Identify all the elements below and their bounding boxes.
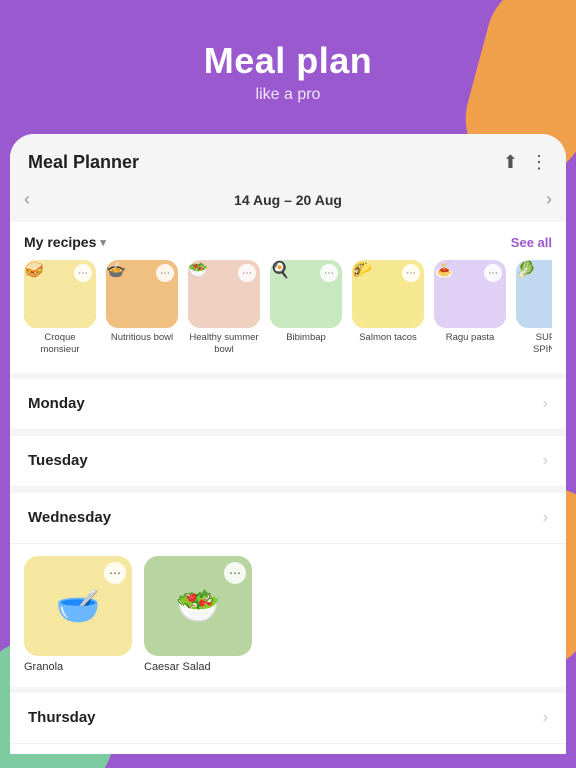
meal-name: Granola [24, 661, 132, 673]
meal-more-button[interactable]: ⋯ [104, 562, 126, 584]
day-expand-icon: › [543, 452, 548, 470]
header-title: Meal plan [20, 40, 556, 82]
recipes-header: My recipes ▾ See all [24, 234, 552, 250]
see-all-button[interactable]: See all [511, 235, 552, 250]
recipe-name: Bibimbap [270, 332, 342, 344]
recipe-image: 🍝 ⋯ [434, 260, 506, 328]
meals-grid: 🥣 ⋯ Granola 🥗 ⋯ Caesar Salad [24, 556, 552, 673]
recipe-more-button[interactable]: ⋯ [238, 264, 256, 282]
meal-emoji: 🥣 [56, 585, 101, 627]
header-subtitle: like a pro [20, 86, 556, 104]
recipe-more-button[interactable]: ⋯ [402, 264, 420, 282]
day-meals: 🥣 ⋯ Granola 🥗 ⋯ Caesar Salad [10, 544, 566, 687]
header: Meal plan like a pro [0, 0, 576, 134]
day-item-tuesday: Tuesday › [10, 436, 566, 487]
meal-more-button[interactable]: ⋯ [224, 562, 246, 584]
day-header-monday[interactable]: Monday › [10, 379, 566, 430]
day-expand-icon: › [543, 709, 548, 727]
recipe-name: Healthy summer bowl [188, 332, 260, 357]
recipe-emoji: 🍳 [270, 262, 290, 279]
card-icons: ⬆ ⋮ [503, 152, 548, 173]
recipe-card: 🥪 ⋯ Croque monsieur [24, 260, 96, 357]
card-header: Meal Planner ⬆ ⋮ [10, 134, 566, 183]
recipe-image: 🥪 ⋯ [24, 260, 96, 328]
main-card: Meal Planner ⬆ ⋮ ‹ 14 Aug – 20 Aug › My … [10, 134, 566, 754]
recipe-card: 🍲 ⋯ Nutritious bowl [106, 260, 178, 357]
recipe-more-button[interactable]: ⋯ [484, 264, 502, 282]
more-icon[interactable]: ⋮ [530, 152, 548, 173]
days-list: Monday › Tuesday › Wednesday › 🥣 ⋯ Grano… [10, 379, 566, 754]
recipe-emoji: 🌮 [352, 262, 372, 279]
recipes-strip: 🥪 ⋯ Croque monsieur 🍲 ⋯ Nutritious bowl … [24, 260, 552, 363]
meal-emoji: 🥗 [176, 585, 221, 627]
day-label: Wednesday [28, 509, 111, 526]
recipe-name: Nutritious bowl [106, 332, 178, 344]
recipe-emoji: 🥗 [188, 262, 208, 279]
card-title: Meal Planner [28, 152, 139, 173]
week-nav: ‹ 14 Aug – 20 Aug › [10, 183, 566, 222]
chevron-down-icon[interactable]: ▾ [100, 236, 106, 249]
day-header-thursday[interactable]: Thursday › [10, 693, 566, 744]
recipe-card: 🥬 ⋯ SUPER SPINA… [516, 260, 552, 357]
recipe-image: 🌮 ⋯ [352, 260, 424, 328]
day-label: Monday [28, 395, 85, 412]
recipes-section: My recipes ▾ See all 🥪 ⋯ Croque monsieur… [10, 222, 566, 373]
day-item-monday: Monday › [10, 379, 566, 430]
meal-image: 🥣 ⋯ [24, 556, 132, 656]
recipes-label: My recipes ▾ [24, 234, 106, 250]
recipe-more-button[interactable]: ⋯ [156, 264, 174, 282]
meal-item: 🥣 ⋯ Granola [24, 556, 132, 673]
recipe-more-button[interactable]: ⋯ [320, 264, 338, 282]
recipe-card: 🍳 ⋯ Bibimbap [270, 260, 342, 357]
recipe-card: 🥗 ⋯ Healthy summer bowl [188, 260, 260, 357]
day-expand-icon: › [543, 509, 548, 527]
day-expand-icon: › [543, 395, 548, 413]
recipe-name: Salmon tacos [352, 332, 424, 344]
prev-week-button[interactable]: ‹ [24, 189, 30, 210]
recipe-name: SUPER SPINA… [516, 332, 552, 357]
next-week-button[interactable]: › [546, 189, 552, 210]
recipe-emoji: 🥬 [516, 262, 536, 279]
day-label: Thursday [28, 709, 96, 726]
day-item-wednesday: Wednesday › 🥣 ⋯ Granola 🥗 ⋯ Caesar Salad [10, 493, 566, 687]
recipe-emoji: 🍝 [434, 262, 454, 279]
meal-name: Caesar Salad [144, 661, 252, 673]
meal-image: 🥗 ⋯ [144, 556, 252, 656]
week-label: 14 Aug – 20 Aug [234, 192, 342, 208]
recipe-name: Croque monsieur [24, 332, 96, 357]
recipe-image: 🥬 ⋯ [516, 260, 552, 328]
day-item-thursday: Thursday › 🍝 ⋯ Pasta With Mushrooms [10, 693, 566, 754]
day-header-wednesday[interactable]: Wednesday › [10, 493, 566, 544]
recipe-image: 🍲 ⋯ [106, 260, 178, 328]
recipe-image: 🥗 ⋯ [188, 260, 260, 328]
recipe-image: 🍳 ⋯ [270, 260, 342, 328]
day-meals: 🍝 ⋯ Pasta With Mushrooms [10, 744, 566, 754]
recipe-card: 🌮 ⋯ Salmon tacos [352, 260, 424, 357]
meal-item: 🥗 ⋯ Caesar Salad [144, 556, 252, 673]
recipe-emoji: 🥪 [24, 262, 44, 279]
recipe-card: 🍝 ⋯ Ragu pasta [434, 260, 506, 357]
day-label: Tuesday [28, 452, 88, 469]
day-header-tuesday[interactable]: Tuesday › [10, 436, 566, 487]
recipe-emoji: 🍲 [106, 262, 126, 279]
recipe-more-button[interactable]: ⋯ [74, 264, 92, 282]
recipe-name: Ragu pasta [434, 332, 506, 344]
share-icon[interactable]: ⬆ [503, 152, 518, 173]
